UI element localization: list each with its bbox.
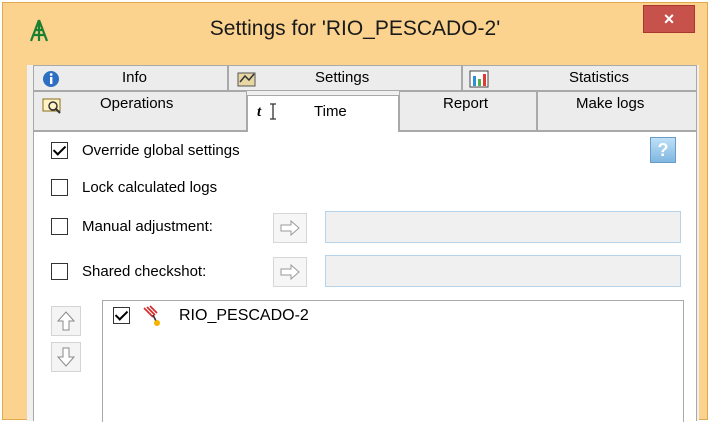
manual-adjustment-checkbox[interactable] bbox=[51, 218, 68, 235]
arrow-down-icon bbox=[56, 347, 76, 367]
tab-statistics[interactable]: Statistics bbox=[462, 65, 697, 91]
tab-info[interactable]: Info bbox=[33, 65, 228, 91]
arrow-up-icon bbox=[56, 311, 76, 331]
shared-checkshot-checkbox[interactable] bbox=[51, 263, 68, 280]
svg-text:t: t bbox=[257, 104, 262, 120]
well-checkbox[interactable] bbox=[113, 307, 130, 324]
tab-settings[interactable]: Settings bbox=[228, 65, 462, 91]
manual-adjustment-label[interactable]: Manual adjustment: bbox=[82, 218, 213, 235]
help-button[interactable]: ? bbox=[650, 137, 676, 163]
shared-checkshot-label[interactable]: Shared checkshot: bbox=[82, 263, 206, 280]
well-list[interactable]: RIO_PESCADO-2 bbox=[102, 300, 684, 422]
statistics-icon bbox=[469, 70, 489, 88]
lock-calculated-checkbox[interactable] bbox=[51, 179, 68, 196]
tab-time[interactable]: t Time bbox=[247, 95, 399, 132]
tab-statistics-label: Statistics bbox=[569, 69, 630, 86]
tab-report[interactable]: Report bbox=[399, 91, 537, 131]
arrow-right-icon bbox=[280, 219, 300, 237]
shared-checkshot-insert-button[interactable] bbox=[273, 257, 307, 287]
time-icon: t bbox=[256, 102, 276, 120]
tab-time-label: Time bbox=[314, 103, 347, 120]
tab-report-label: Report bbox=[443, 95, 489, 112]
tab-make-logs[interactable]: Make logs bbox=[537, 91, 697, 131]
shared-checkshot-field[interactable] bbox=[325, 255, 681, 287]
info-icon bbox=[42, 70, 60, 87]
manual-adjustment-field[interactable] bbox=[325, 211, 681, 243]
tab-operations[interactable]: Operations bbox=[33, 91, 247, 131]
move-down-button[interactable] bbox=[51, 342, 81, 372]
close-button[interactable]: × bbox=[643, 5, 695, 33]
well-name: RIO_PESCADO-2 bbox=[179, 307, 309, 324]
move-up-button[interactable] bbox=[51, 306, 81, 336]
lock-calculated-label[interactable]: Lock calculated logs bbox=[82, 179, 217, 196]
override-global-label[interactable]: Override global settings bbox=[82, 142, 240, 159]
window-title: Settings for 'RIO_PESCADO-2' bbox=[209, 17, 501, 40]
tab-info-label: Info bbox=[122, 69, 148, 86]
arrow-right-icon bbox=[280, 263, 300, 281]
well-icon bbox=[141, 305, 163, 331]
override-global-checkbox[interactable] bbox=[51, 142, 68, 159]
manual-adjustment-insert-button[interactable] bbox=[273, 213, 307, 243]
settings-dialog: Settings for 'RIO_PESCADO-2' × Info Sett… bbox=[2, 2, 708, 422]
tab-operations-label: Operations bbox=[100, 95, 174, 112]
settings-icon bbox=[237, 70, 256, 87]
operations-icon bbox=[42, 96, 61, 114]
tab-settings-label: Settings bbox=[315, 69, 370, 86]
dialog-body: Info Settings Statistics Operations t Ti… bbox=[27, 65, 699, 422]
tab-make-logs-label: Make logs bbox=[576, 95, 645, 112]
time-panel: Override global settings ? Lock calculat… bbox=[33, 131, 697, 422]
title-bar[interactable]: Settings for 'RIO_PESCADO-2' × bbox=[3, 3, 707, 59]
